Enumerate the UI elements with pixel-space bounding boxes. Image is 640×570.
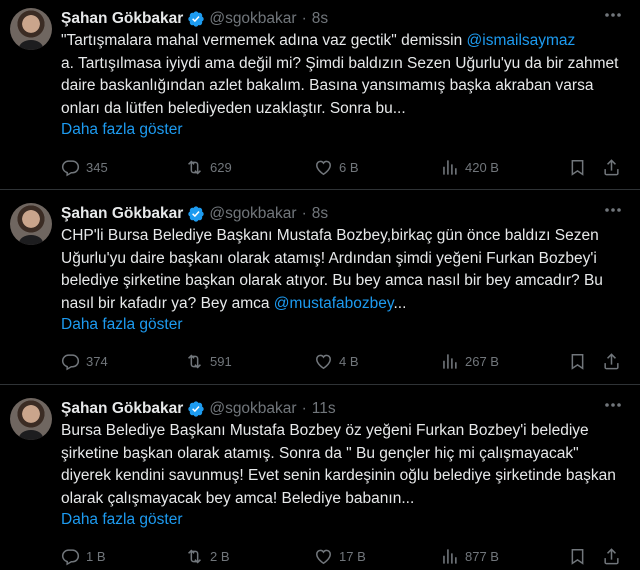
more-horizontal-icon[interactable] (604, 12, 622, 18)
retweet-icon (188, 159, 201, 175)
timestamp[interactable]: 11s (312, 400, 336, 418)
tweet-text-part: ... (393, 294, 407, 312)
reply-button[interactable]: 1 B (61, 547, 106, 566)
separator-dot: · (301, 400, 307, 417)
views-chart-icon (443, 548, 457, 564)
bookmark-icon (571, 548, 584, 565)
author-handle[interactable]: @sgokbakar (209, 400, 296, 418)
tweet-header: Şahan Gökbakar @sgokbakar · 8s (61, 203, 328, 225)
retweet-button[interactable]: 629 (185, 158, 232, 177)
tweet-header: Şahan Gökbakar @sgokbakar · 11s (61, 398, 336, 420)
like-button[interactable]: 6 B (314, 158, 359, 177)
bookmark-icon (571, 353, 584, 370)
tweet-actions: 1 B 2 B 17 B 877 B (58, 544, 621, 568)
reply-icon (61, 353, 80, 370)
reply-icon (61, 159, 80, 176)
tweet-text-part: a. Tartışılmasa iyiydi ama değil mi? Şim… (61, 54, 619, 117)
reply-count: 1 B (86, 548, 106, 564)
share-icon (604, 547, 619, 564)
separator-dot: · (301, 205, 307, 222)
tweet-text: CHP'li Bursa Belediye Başkanı Mustafa Bo… (61, 225, 631, 315)
verified-badge-icon (188, 401, 205, 417)
tweet-text-part: Bursa Belediye Başkanı Mustafa Bozbey öz… (61, 422, 621, 507)
heart-icon (316, 549, 331, 564)
share-button[interactable] (602, 547, 621, 566)
author-name[interactable]: Şahan Gökbakar (61, 10, 183, 28)
share-button[interactable] (602, 158, 621, 177)
reply-icon (61, 548, 80, 565)
retweet-count: 591 (210, 353, 232, 369)
avatar[interactable] (10, 203, 52, 245)
verified-badge-icon (188, 206, 205, 222)
tweet-header: Şahan Gökbakar @sgokbakar · 8s (61, 8, 328, 30)
retweet-count: 2 B (210, 548, 230, 564)
mention-link[interactable]: @ismailsaymaz (467, 32, 576, 49)
mention-link[interactable]: @mustafabozbey (274, 295, 394, 312)
avatar[interactable] (10, 398, 52, 440)
tweet[interactable]: Şahan Gökbakar @sgokbakar · 8s CHP'li Bu… (0, 195, 640, 385)
like-count: 17 B (339, 548, 366, 564)
retweet-button[interactable]: 591 (185, 352, 232, 371)
author-handle[interactable]: @sgokbakar (209, 205, 296, 223)
like-count: 4 B (339, 353, 359, 369)
view-count: 420 B (465, 159, 499, 175)
tweet-feed: Şahan Gökbakar @sgokbakar · 8s "Tartışma… (0, 0, 640, 570)
timestamp[interactable]: 8s (312, 10, 328, 28)
avatar[interactable] (10, 8, 52, 50)
author-handle[interactable]: @sgokbakar (209, 10, 296, 28)
separator-dot: · (301, 10, 307, 27)
reply-count: 345 (86, 159, 108, 175)
like-count: 6 B (339, 159, 359, 175)
bookmark-icon (571, 159, 584, 176)
share-button[interactable] (602, 352, 621, 371)
reply-count: 374 (86, 353, 108, 369)
author-name[interactable]: Şahan Gökbakar (61, 205, 183, 223)
more-horizontal-icon[interactable] (604, 402, 622, 408)
share-icon (604, 158, 619, 175)
view-count: 267 B (465, 353, 499, 369)
retweet-button[interactable]: 2 B (185, 547, 230, 566)
bookmark-button[interactable] (568, 352, 587, 371)
tweet-actions: 374 591 4 B 267 B (58, 349, 621, 373)
show-more-link[interactable]: Daha fazla göster (61, 316, 183, 334)
share-icon (604, 352, 619, 369)
views-button[interactable]: 420 B (440, 158, 499, 177)
show-more-link[interactable]: Daha fazla göster (61, 511, 183, 529)
like-button[interactable]: 17 B (314, 547, 366, 566)
author-name[interactable]: Şahan Gökbakar (61, 400, 183, 418)
view-count: 877 B (465, 548, 499, 564)
heart-icon (316, 354, 331, 369)
views-button[interactable]: 877 B (440, 547, 499, 566)
views-chart-icon (443, 353, 457, 369)
tweet[interactable]: Şahan Gökbakar @sgokbakar · 11s Bursa Be… (0, 390, 640, 570)
reply-button[interactable]: 345 (61, 158, 108, 177)
tweet-actions: 345 629 6 B 420 B (58, 155, 621, 179)
views-button[interactable]: 267 B (440, 352, 499, 371)
reply-button[interactable]: 374 (61, 352, 108, 371)
retweet-count: 629 (210, 159, 232, 175)
tweet-text: "Tartışmalara mahal vermemek adına vaz g… (61, 30, 631, 120)
tweet[interactable]: Şahan Gökbakar @sgokbakar · 8s "Tartışma… (0, 0, 640, 190)
show-more-link[interactable]: Daha fazla göster (61, 121, 183, 139)
more-horizontal-icon[interactable] (604, 207, 622, 213)
retweet-icon (188, 353, 201, 369)
tweet-text-part: "Tartışmalara mahal vermemek adına vaz g… (61, 32, 467, 49)
verified-badge-icon (188, 11, 205, 27)
timestamp[interactable]: 8s (312, 205, 328, 223)
like-button[interactable]: 4 B (314, 352, 359, 371)
views-chart-icon (443, 159, 457, 175)
tweet-text: Bursa Belediye Başkanı Mustafa Bozbey öz… (61, 420, 631, 510)
bookmark-button[interactable] (568, 158, 587, 177)
retweet-icon (188, 548, 201, 564)
bookmark-button[interactable] (568, 547, 587, 566)
heart-icon (316, 160, 331, 175)
